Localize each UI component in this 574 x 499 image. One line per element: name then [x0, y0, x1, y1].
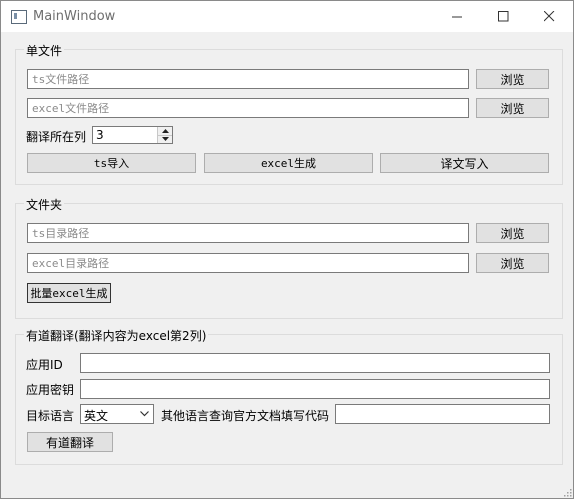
- app-secret-field[interactable]: [81, 380, 549, 398]
- close-button[interactable]: [526, 1, 572, 32]
- app-id-input[interactable]: [80, 353, 550, 373]
- minimize-icon: [451, 16, 462, 18]
- main-window: MainWindow 单文件 浏览 浏览 翻译所在列 3 ts导入 e: [0, 0, 574, 499]
- ts-import-button[interactable]: ts导入: [27, 153, 196, 173]
- maximize-icon: [497, 11, 508, 22]
- translate-column-spinbox[interactable]: 3: [92, 126, 173, 144]
- translate-column-value: 3: [96, 128, 104, 142]
- other-language-code-field[interactable]: [336, 405, 549, 423]
- translate-column-label: 翻译所在列: [26, 130, 87, 144]
- browse-excel-dir-button[interactable]: 浏览: [476, 253, 549, 273]
- window-app-icon: [11, 10, 27, 24]
- spin-arrows: [157, 127, 172, 143]
- other-language-label: 其他语言查询官方文档填写代码: [161, 409, 330, 423]
- excel-generate-button[interactable]: excel生成: [204, 153, 373, 173]
- close-icon: [543, 11, 554, 22]
- resize-grip-icon[interactable]: [562, 487, 572, 497]
- folder-group-title: 文件夹: [24, 196, 65, 213]
- excel-dir-path-input[interactable]: [27, 253, 469, 273]
- maximize-button[interactable]: [480, 1, 526, 32]
- ts-dir-path-field[interactable]: [28, 224, 468, 242]
- title-bar[interactable]: MainWindow: [1, 1, 573, 32]
- spin-down-button[interactable]: [158, 135, 172, 143]
- excel-file-path-input[interactable]: [27, 98, 469, 118]
- browse-ts-dir-button[interactable]: 浏览: [476, 223, 549, 243]
- spin-up-icon: [161, 129, 169, 133]
- youdao-translate-button[interactable]: 有道翻译: [27, 432, 113, 452]
- ts-dir-path-input[interactable]: [27, 223, 469, 243]
- youdao-group-title: 有道翻译(翻译内容为excel第2列): [24, 327, 209, 344]
- target-language-selected: 英文: [84, 409, 109, 423]
- spin-down-icon: [161, 137, 169, 141]
- chevron-down-icon: [140, 411, 149, 417]
- batch-excel-generate-button[interactable]: 批量excel生成: [27, 283, 111, 303]
- excel-dir-path-field[interactable]: [28, 254, 468, 272]
- window-title: MainWindow: [33, 9, 116, 24]
- excel-file-path-field[interactable]: [28, 99, 468, 117]
- browse-excel-file-button[interactable]: 浏览: [476, 98, 549, 118]
- minimize-button[interactable]: [434, 1, 480, 32]
- target-language-select[interactable]: 英文: [80, 404, 154, 424]
- app-id-field[interactable]: [81, 354, 549, 372]
- ts-file-path-field[interactable]: [28, 70, 468, 88]
- write-translation-button[interactable]: 译文写入: [380, 153, 549, 173]
- app-id-label: 应用ID: [26, 358, 63, 372]
- app-secret-label: 应用密钥: [26, 383, 75, 397]
- app-secret-input[interactable]: [80, 379, 550, 399]
- other-language-code-input[interactable]: [335, 404, 550, 424]
- ts-file-path-input[interactable]: [27, 69, 469, 89]
- browse-ts-file-button[interactable]: 浏览: [476, 69, 549, 89]
- single-file-group-title: 单文件: [24, 42, 65, 59]
- target-language-label: 目标语言: [26, 409, 75, 423]
